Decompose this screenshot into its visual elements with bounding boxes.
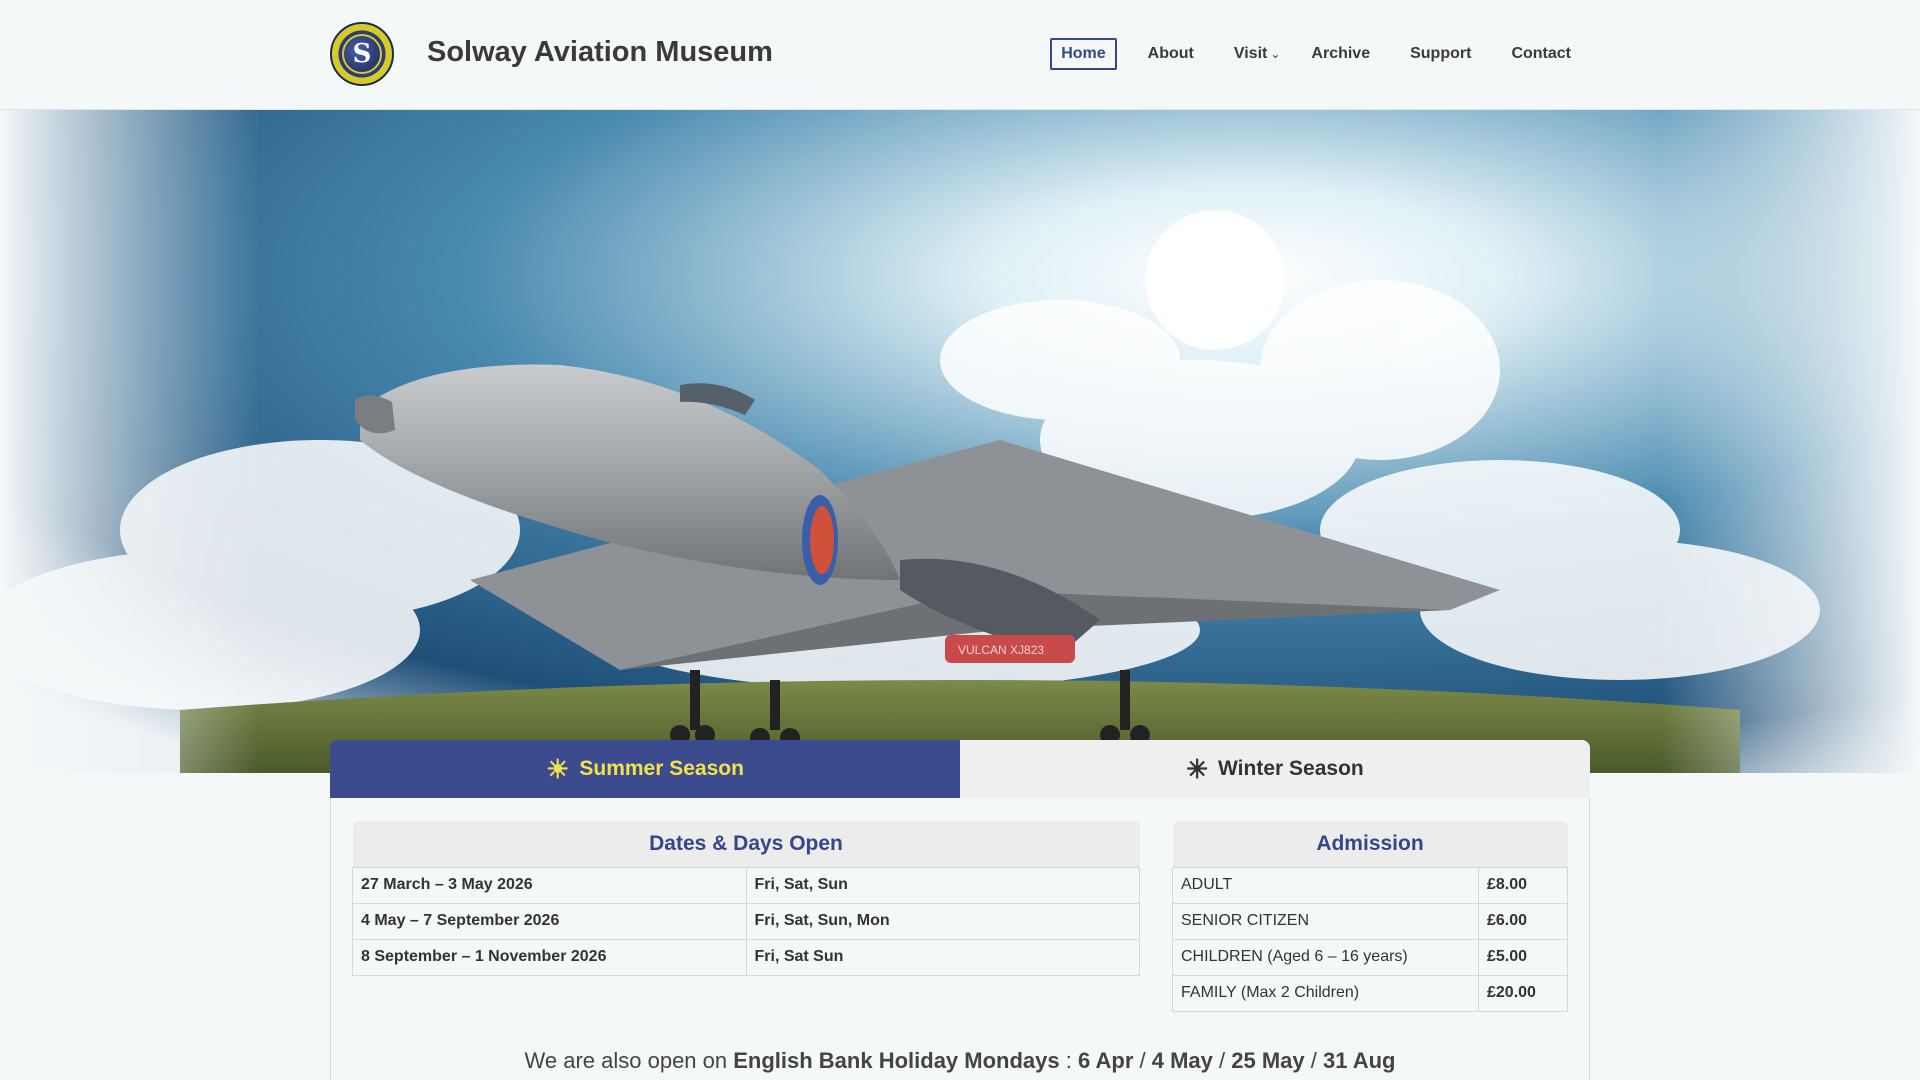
site-title[interactable]: Solway Aviation Museum: [427, 36, 773, 69]
sun-icon: ☀: [546, 753, 570, 784]
admission-table-heading: Admission: [1172, 821, 1568, 867]
table-row: 8 September – 1 November 2026 Fri, Sat S…: [352, 938, 1140, 976]
holiday-date: 6 Apr: [1077, 1048, 1134, 1073]
vulcan-bomber-photo: VULCAN XJ823: [0, 110, 1920, 773]
price-cell: £8.00: [1478, 866, 1568, 904]
snowflake-icon: ✳: [1186, 753, 1209, 784]
tab-winter-label: Winter Season: [1218, 757, 1364, 780]
dates-cell: 8 September – 1 November 2026: [352, 938, 747, 976]
dates-cell: 27 March – 3 May 2026: [352, 866, 747, 904]
table-row: ADULT £8.00: [1172, 866, 1568, 904]
nav-about[interactable]: About: [1139, 40, 1203, 68]
table-row: 4 May – 7 September 2026 Fri, Sat, Sun, …: [352, 902, 1140, 940]
holiday-date: 4 May: [1151, 1048, 1213, 1073]
ticket-type-cell: SENIOR CITIZEN: [1172, 902, 1479, 940]
holiday-divider: /: [1133, 1048, 1152, 1073]
nav-support[interactable]: Support: [1401, 40, 1480, 68]
holiday-sep: :: [1059, 1048, 1078, 1073]
price-cell: £6.00: [1478, 902, 1568, 940]
price-cell: £5.00: [1478, 938, 1568, 976]
bank-holiday-note: We are also open on English Bank Holiday…: [330, 1048, 1590, 1074]
ticket-type-cell: CHILDREN (Aged 6 – 16 years): [1172, 938, 1479, 976]
nav-visit[interactable]: Visit: [1225, 40, 1277, 68]
site-header: S Solway Aviation Museum Home About Visi…: [0, 0, 1920, 110]
museum-logo[interactable]: S: [330, 22, 394, 86]
dates-table: Dates & Days Open 27 March – 3 May 2026 …: [352, 821, 1140, 976]
holiday-date: 31 Aug: [1322, 1048, 1396, 1073]
holiday-label: English Bank Holiday Mondays: [733, 1048, 1060, 1073]
dates-table-heading: Dates & Days Open: [352, 821, 1140, 867]
holiday-divider: /: [1304, 1048, 1323, 1073]
table-row: CHILDREN (Aged 6 – 16 years) £5.00: [1172, 938, 1568, 976]
nav-archive[interactable]: Archive: [1302, 40, 1379, 68]
days-cell: Fri, Sat Sun: [745, 938, 1140, 976]
nav-home[interactable]: Home: [1050, 38, 1117, 70]
table-row: FAMILY (Max 2 Children) £20.00: [1172, 974, 1568, 1012]
days-cell: Fri, Sat, Sun: [745, 866, 1140, 904]
tab-winter-season[interactable]: ✳ Winter Season: [960, 740, 1590, 798]
table-row: SENIOR CITIZEN £6.00: [1172, 902, 1568, 940]
holiday-prefix: We are also open on: [524, 1048, 734, 1073]
table-row: 27 March – 3 May 2026 Fri, Sat, Sun: [352, 866, 1140, 904]
holiday-divider: /: [1212, 1048, 1232, 1073]
logo-emblem-icon: S: [342, 34, 382, 74]
admission-table: Admission ADULT £8.00 SENIOR CITIZEN £6.…: [1172, 821, 1568, 1012]
days-cell: Fri, Sat, Sun, Mon: [745, 902, 1140, 940]
tab-summer-label: Summer Season: [579, 757, 744, 780]
ticket-type-cell: FAMILY (Max 2 Children): [1172, 974, 1479, 1012]
nav-contact[interactable]: Contact: [1502, 40, 1580, 68]
tab-summer-season[interactable]: ☀ Summer Season: [330, 740, 960, 798]
hero-image: VULCAN XJ823: [0, 110, 1920, 773]
price-cell: £20.00: [1478, 974, 1568, 1012]
season-tabs: ☀ Summer Season ✳ Winter Season: [330, 740, 1590, 798]
chevron-down-icon[interactable]: ⌄: [1270, 47, 1280, 61]
main-nav: Home About Visit ⌄ Archive Support Conta…: [1050, 38, 1580, 70]
dates-cell: 4 May – 7 September 2026: [352, 902, 747, 940]
aircraft-marking: VULCAN XJ823: [958, 643, 1044, 657]
holiday-date: 25 May: [1231, 1048, 1305, 1073]
ticket-type-cell: ADULT: [1172, 866, 1479, 904]
